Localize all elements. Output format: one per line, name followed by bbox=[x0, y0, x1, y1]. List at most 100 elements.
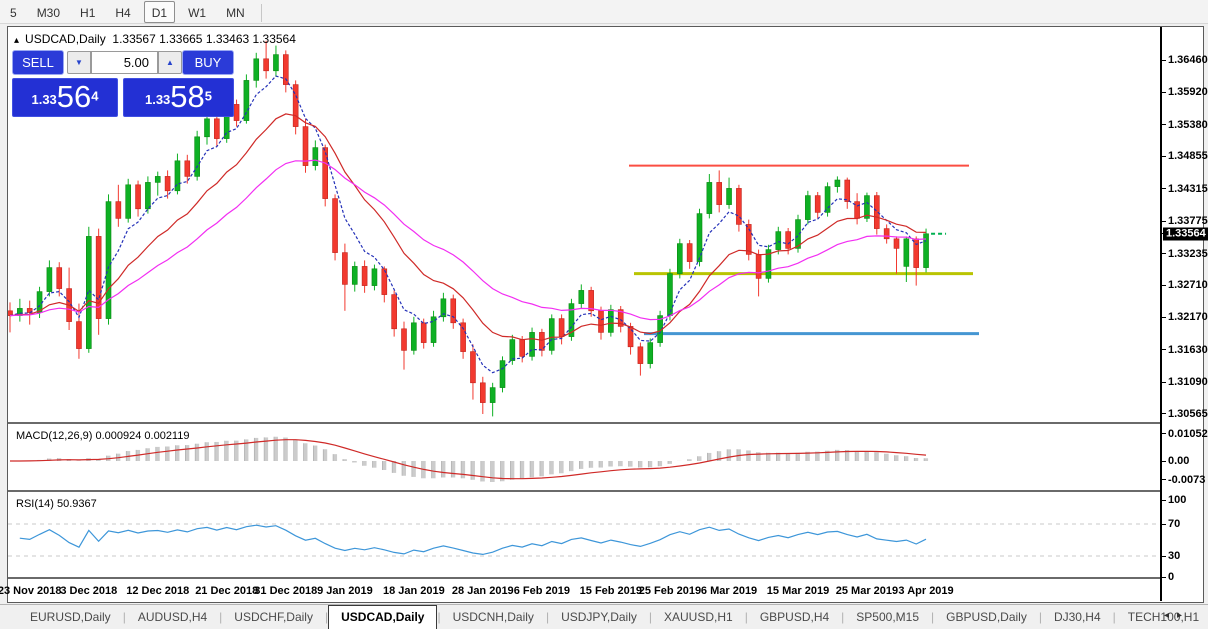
axis-tick-mark bbox=[1162, 285, 1166, 286]
date-axis-label: 21 Dec 2018 bbox=[195, 585, 258, 597]
rsi-axis-label: 0 bbox=[1168, 571, 1174, 583]
price-axis-label: 1.33235 bbox=[1168, 248, 1208, 260]
axis-tick-mark bbox=[1162, 221, 1166, 222]
rsi-label: RSI(14) 50.9367 bbox=[16, 498, 97, 510]
symbol-tab-bar: ◂▸ EURUSD,Daily|AUDUSD,H4|USDCHF,Daily|U… bbox=[0, 604, 1208, 629]
toolbar-separator bbox=[261, 4, 262, 22]
tab-scroll-right-icon[interactable]: ▸ bbox=[1177, 610, 1190, 621]
buy-price-pip: 5 bbox=[205, 89, 212, 104]
tab-audusd-h4[interactable]: AUDUSD,H4 bbox=[126, 606, 219, 629]
price-axis-label: 1.34855 bbox=[1168, 150, 1208, 162]
date-axis-label: 12 Dec 2018 bbox=[126, 585, 189, 597]
tab-usdcnh-daily[interactable]: USDCNH,Daily bbox=[441, 606, 546, 629]
price-axis-label: 1.30565 bbox=[1168, 408, 1208, 420]
macd-axis-label: 0.010525 bbox=[1168, 428, 1208, 440]
axis-tick-mark bbox=[1162, 156, 1166, 157]
tab-usdcad-daily[interactable]: USDCAD,Daily bbox=[328, 605, 437, 629]
tab-xauusd-h1[interactable]: XAUUSD,H1 bbox=[652, 606, 745, 629]
axis-tick-mark bbox=[1162, 382, 1166, 383]
tab-eurusd-daily[interactable]: EURUSD,Daily bbox=[18, 606, 123, 629]
price-axis[interactable]: 1.364601.359201.353801.348551.343151.337… bbox=[1160, 27, 1203, 601]
price-axis-label: 1.31630 bbox=[1168, 344, 1208, 356]
price-axis-label: 1.31090 bbox=[1168, 376, 1208, 388]
date-axis-label: 15 Feb 2019 bbox=[580, 585, 642, 597]
chart-title-ohlc: 1.33567 1.33665 1.33463 1.33564 bbox=[112, 32, 296, 46]
buy-price-main: 58 bbox=[170, 79, 204, 114]
date-axis-label: 6 Feb 2019 bbox=[514, 585, 570, 597]
date-axis-label: 23 Nov 2018 bbox=[0, 585, 61, 597]
tab-sp500-m15[interactable]: SP500,M15 bbox=[844, 606, 931, 629]
date-axis-label: 25 Mar 2019 bbox=[836, 585, 898, 597]
axis-tick-mark bbox=[1162, 253, 1166, 254]
price-axis-label: 1.32170 bbox=[1168, 311, 1208, 323]
axis-tick-mark bbox=[1162, 577, 1166, 578]
date-axis-label: 9 Jan 2019 bbox=[317, 585, 373, 597]
chart-title: ▴ USDCAD,Daily 1.33567 1.33665 1.33463 1.… bbox=[14, 32, 296, 46]
sell-price-display[interactable]: 1.33564 bbox=[12, 78, 118, 117]
buy-price-display[interactable]: 1.33585 bbox=[123, 78, 234, 117]
date-axis-label: 3 Apr 2019 bbox=[898, 585, 953, 597]
price-axis-label: 1.35380 bbox=[1168, 119, 1208, 131]
axis-tick-mark bbox=[1162, 500, 1166, 501]
sell-button[interactable]: SELL bbox=[12, 50, 64, 75]
axis-tick-mark bbox=[1162, 479, 1166, 480]
buy-button[interactable]: BUY bbox=[182, 50, 234, 75]
axis-tick-mark bbox=[1162, 317, 1166, 318]
rsi-axis-label: 100 bbox=[1168, 494, 1186, 506]
timeframe-button-5[interactable]: 5 bbox=[3, 2, 24, 24]
sell-price-main: 56 bbox=[57, 79, 91, 114]
timeframe-button-h4[interactable]: H4 bbox=[108, 2, 137, 24]
timeframe-button-d1[interactable]: D1 bbox=[144, 1, 175, 23]
date-axis-label: 3 Dec 2018 bbox=[60, 585, 117, 597]
timeframe-button-mn[interactable]: MN bbox=[219, 2, 252, 24]
axis-tick-mark bbox=[1162, 524, 1166, 525]
price-axis-label: 1.34315 bbox=[1168, 183, 1208, 195]
tab-dj30-h4[interactable]: DJ30,H4 bbox=[1042, 606, 1113, 629]
volume-input[interactable]: 5.00 bbox=[91, 51, 158, 74]
date-axis: 23 Nov 20183 Dec 201812 Dec 201821 Dec 2… bbox=[8, 581, 1160, 601]
tab-gbpusd-h4[interactable]: GBPUSD,H4 bbox=[748, 606, 841, 629]
axis-tick-mark bbox=[1162, 413, 1166, 414]
price-axis-label: 1.36460 bbox=[1168, 54, 1208, 66]
current-price-label: 1.33564 bbox=[1163, 227, 1208, 240]
timeframe-button-h1[interactable]: H1 bbox=[73, 2, 102, 24]
timeframe-toolbar: 5 M30 H1 H4 D1 W1 MN bbox=[0, 0, 1208, 24]
axis-tick-mark bbox=[1162, 124, 1166, 125]
axis-tick-mark bbox=[1162, 188, 1166, 189]
tab-scroll-left-icon[interactable]: ◂ bbox=[1164, 610, 1177, 621]
price-axis-label: 1.33775 bbox=[1168, 215, 1208, 227]
tab-scroll-arrows[interactable]: ◂▸ bbox=[1164, 610, 1190, 621]
axis-tick-mark bbox=[1162, 92, 1166, 93]
tab-usdjpy-daily[interactable]: USDJPY,Daily bbox=[549, 606, 649, 629]
tab-gbpusd-daily[interactable]: GBPUSD,Daily bbox=[934, 606, 1039, 629]
date-axis-label: 18 Jan 2019 bbox=[383, 585, 445, 597]
date-axis-label: 31 Dec 2018 bbox=[254, 585, 317, 597]
sell-price-prefix: 1.33 bbox=[31, 92, 56, 107]
macd-indicator-panel[interactable]: MACD(12,26,9) 0.000924 0.002119 bbox=[8, 426, 1160, 492]
macd-axis-label: -0.0073 bbox=[1168, 474, 1205, 486]
volume-increase-icon[interactable]: ▲ bbox=[158, 51, 182, 74]
chart-title-symbol: USDCAD,Daily bbox=[25, 32, 106, 46]
buy-price-prefix: 1.33 bbox=[145, 92, 170, 107]
rsi-axis-label: 70 bbox=[1168, 518, 1180, 530]
axis-tick-mark bbox=[1162, 433, 1166, 434]
tab-usdchf-daily[interactable]: USDCHF,Daily bbox=[222, 606, 325, 629]
axis-tick-mark bbox=[1162, 461, 1166, 462]
price-axis-label: 1.35920 bbox=[1168, 86, 1208, 98]
macd-label: MACD(12,26,9) 0.000924 0.002119 bbox=[16, 430, 189, 442]
price-axis-label: 1.32710 bbox=[1168, 279, 1208, 291]
date-axis-label: 6 Mar 2019 bbox=[701, 585, 757, 597]
rsi-axis-label: 30 bbox=[1168, 550, 1180, 562]
collapse-triangle-icon[interactable]: ▴ bbox=[14, 35, 19, 46]
main-chart-panel[interactable]: ▴ USDCAD,Daily 1.33567 1.33665 1.33463 1.… bbox=[8, 27, 1160, 424]
rsi-indicator-panel[interactable]: RSI(14) 50.9367 bbox=[8, 494, 1160, 579]
date-axis-label: 25 Feb 2019 bbox=[639, 585, 701, 597]
tab-tech100-h1[interactable]: TECH100,H1 bbox=[1116, 606, 1208, 629]
timeframe-button-w1[interactable]: W1 bbox=[181, 2, 213, 24]
sell-price-pip: 4 bbox=[91, 89, 98, 104]
rsi-chart bbox=[8, 494, 1160, 579]
date-axis-label: 15 Mar 2019 bbox=[767, 585, 829, 597]
timeframe-button-m30[interactable]: M30 bbox=[30, 2, 67, 24]
axis-tick-mark bbox=[1162, 556, 1166, 557]
volume-decrease-icon[interactable]: ▼ bbox=[67, 51, 91, 74]
